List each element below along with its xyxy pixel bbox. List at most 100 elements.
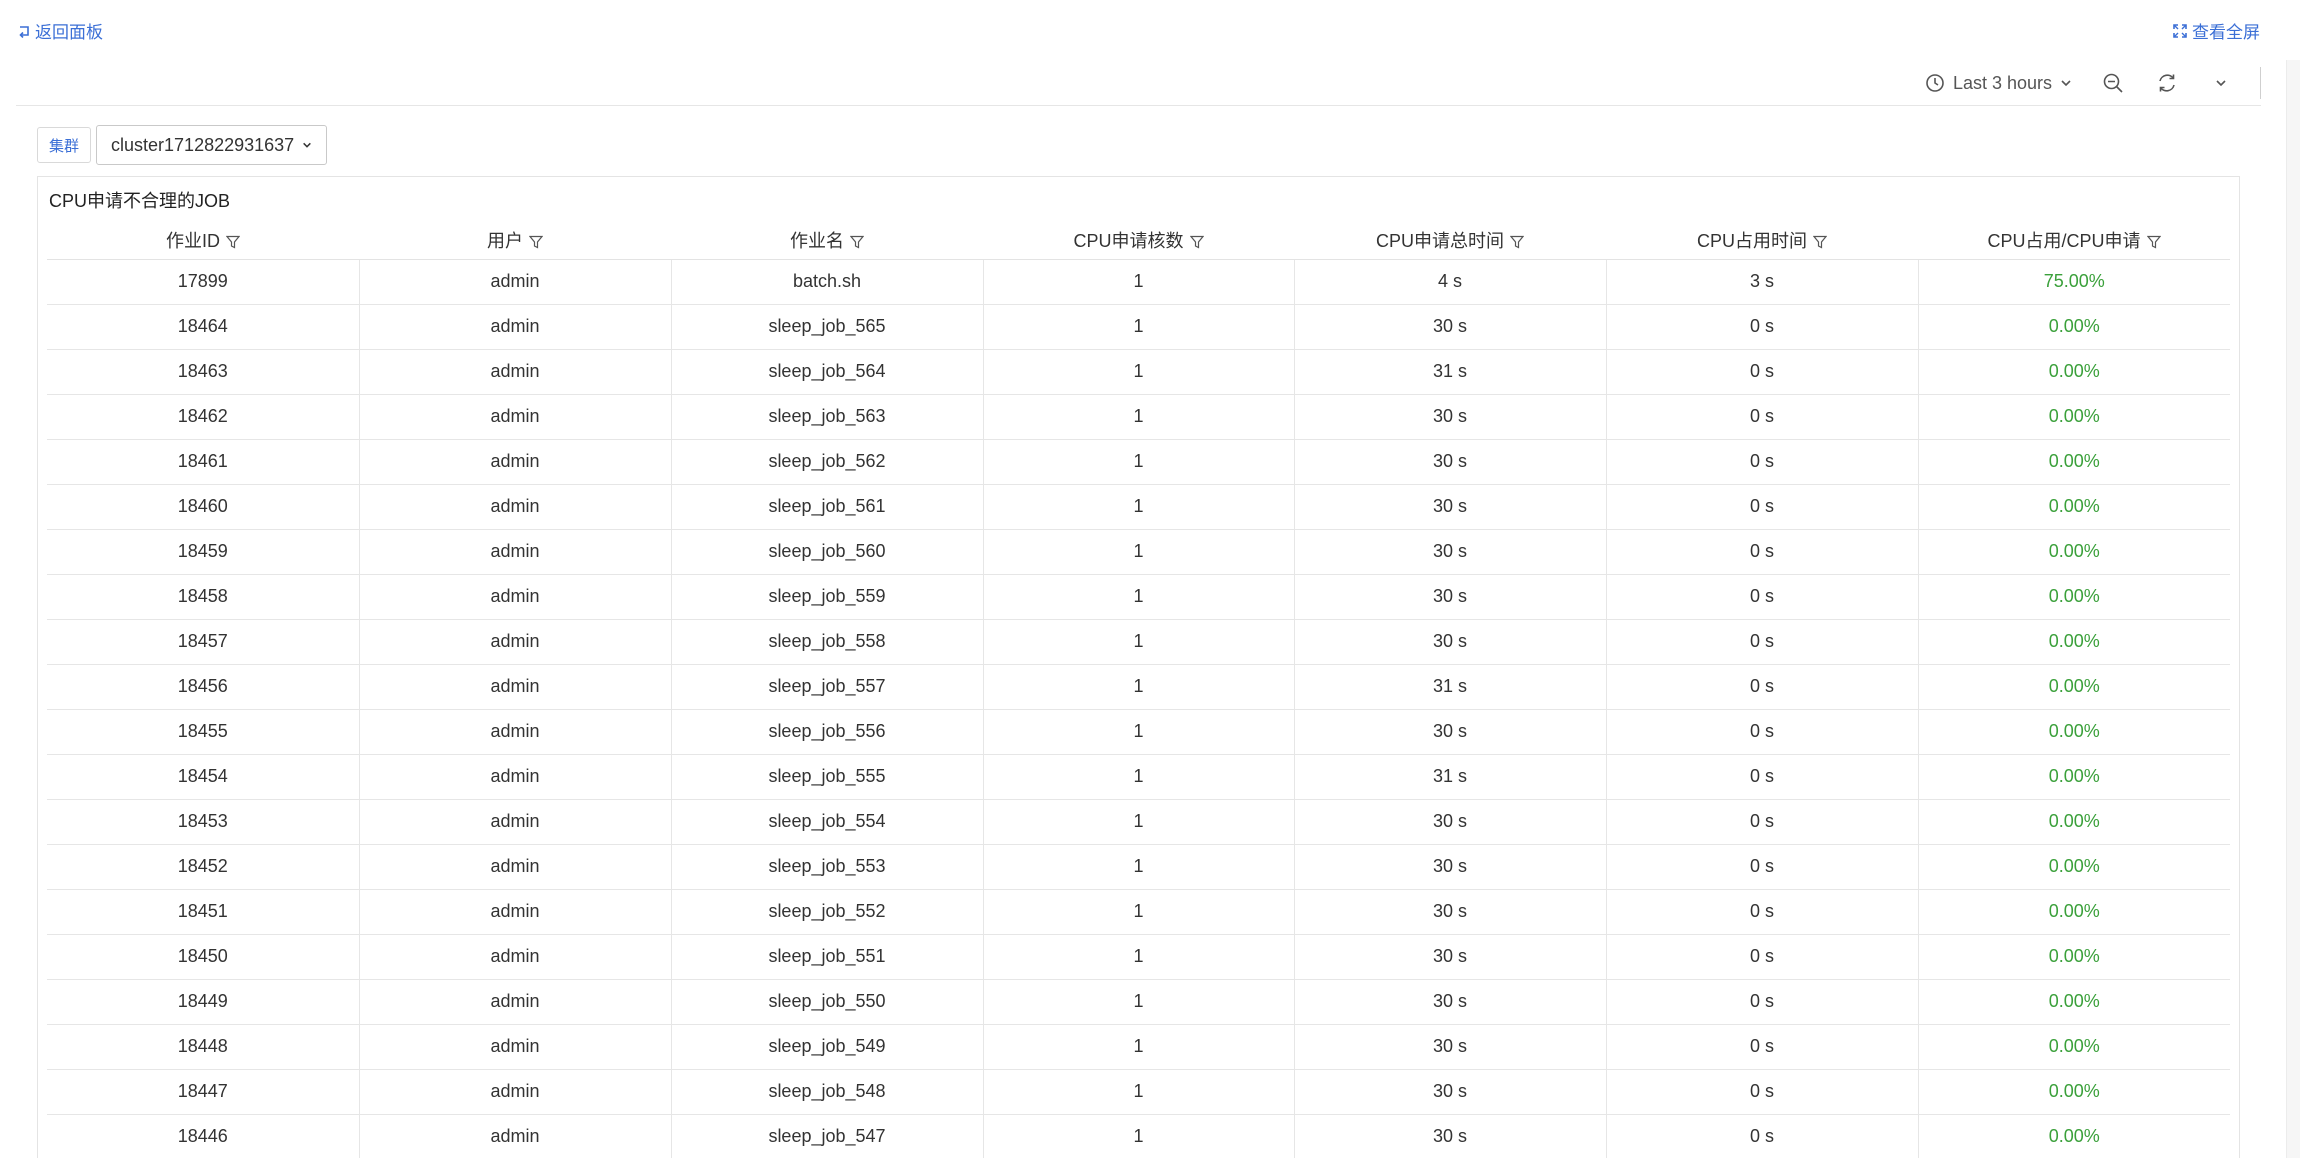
cell-job-id: 18459 <box>47 529 360 575</box>
cell-cpu-cores: 1 <box>983 979 1295 1025</box>
filter-icon[interactable] <box>850 235 864 249</box>
cell-job-name: sleep_job_560 <box>671 529 984 575</box>
top-bar: 返回面板 查看全屏 <box>0 0 2300 60</box>
cell-job-name: sleep_job_554 <box>671 799 984 845</box>
filter-icon[interactable] <box>529 235 543 249</box>
cell-job-id: 18453 <box>47 799 360 845</box>
view-fullscreen-link[interactable]: 查看全屏 <box>2173 18 2260 43</box>
cell-cpu-used-time: 0 s <box>1606 889 1919 935</box>
table-row[interactable]: 18454 admin sleep_job_555 1 31 s0 s 0.00% <box>47 754 2230 800</box>
column-header-label: CPU占用/CPU申请 <box>1987 230 2141 251</box>
table-row[interactable]: 18462 admin sleep_job_563 1 30 s0 s 0.00% <box>47 394 2230 440</box>
cell-job-name: sleep_job_550 <box>671 979 984 1025</box>
filter-icon[interactable] <box>226 235 240 249</box>
time-range-picker[interactable]: Last 3 hours <box>1925 73 2072 94</box>
table-row[interactable]: 18453 admin sleep_job_554 1 30 s0 s 0.00% <box>47 799 2230 845</box>
table-body: 17899 admin batch.sh 1 4 s3 s 75.00% 18464 admi… <box>47 259 2230 1158</box>
cell-cpu-used-time: 0 s <box>1606 1114 1919 1158</box>
table-row[interactable]: 18452 admin sleep_job_553 1 30 s0 s 0.00% <box>47 844 2230 890</box>
cell-user: admin <box>359 934 672 980</box>
cell-cpu-ratio: 0.00% <box>1918 349 2230 395</box>
return-arrow-icon <box>19 25 29 38</box>
table-row[interactable]: 18451 admin sleep_job_552 1 30 s0 s 0.00% <box>47 889 2230 935</box>
cluster-filter-label: 集群 <box>37 127 92 163</box>
cell-job-id: 18449 <box>47 979 360 1025</box>
table-row[interactable]: 18455 admin sleep_job_556 1 30 s0 s 0.00% <box>47 709 2230 755</box>
cell-user: admin <box>359 709 672 755</box>
cell-job-name: batch.sh <box>671 259 984 305</box>
table-row[interactable]: 18457 admin sleep_job_558 1 30 s0 s 0.00% <box>47 619 2230 665</box>
cell-cpu-request-time: 31 s <box>1294 349 1607 395</box>
table-row[interactable]: 18464 admin sleep_job_565 1 30 s0 s 0.00% <box>47 304 2230 350</box>
cell-cpu-request-time: 30 s <box>1294 709 1607 755</box>
cluster-select[interactable]: cluster1712822931637 <box>96 125 328 165</box>
cell-job-name: sleep_job_555 <box>671 754 984 800</box>
cell-cpu-cores: 1 <box>983 1024 1295 1070</box>
table-row[interactable]: 18458 admin sleep_job_559 1 30 s0 s 0.00% <box>47 574 2230 620</box>
table-row[interactable]: 18446 admin sleep_job_547 1 30 s0 s 0.00% <box>47 1114 2230 1158</box>
cell-cpu-request-time: 30 s <box>1294 979 1607 1025</box>
cell-user: admin <box>359 619 672 665</box>
table-row[interactable]: 18461 admin sleep_job_562 1 30 s0 s 0.00% <box>47 439 2230 485</box>
cell-job-id: 18457 <box>47 619 360 665</box>
table-row[interactable]: 18449 admin sleep_job_550 1 30 s0 s 0.00% <box>47 979 2230 1025</box>
cell-user: admin <box>359 574 672 620</box>
cell-job-name: sleep_job_547 <box>671 1114 984 1158</box>
table-row[interactable]: 18460 admin sleep_job_561 1 30 s0 s 0.00% <box>47 484 2230 530</box>
cell-job-name: sleep_job_565 <box>671 304 984 350</box>
zoom-out-button[interactable] <box>2098 68 2128 98</box>
cell-cpu-cores: 1 <box>983 844 1295 890</box>
cell-cpu-ratio: 0.00% <box>1918 754 2230 800</box>
cell-job-name: sleep_job_558 <box>671 619 984 665</box>
cell-job-id: 18462 <box>47 394 360 440</box>
refresh-interval-dropdown[interactable] <box>2206 68 2236 98</box>
cell-cpu-used-time: 0 s <box>1606 529 1919 575</box>
cell-cpu-ratio: 0.00% <box>1918 1024 2230 1070</box>
cell-cpu-used-time: 0 s <box>1606 394 1919 440</box>
cell-user: admin <box>359 664 672 710</box>
cell-cpu-cores: 1 <box>983 349 1295 395</box>
cell-user: admin <box>359 484 672 530</box>
cell-cpu-ratio: 0.00% <box>1918 619 2230 665</box>
toolbar-controls: Last 3 hours <box>1925 67 2261 99</box>
filter-icon[interactable] <box>1189 235 1204 249</box>
table-row[interactable]: 18450 admin sleep_job_551 1 30 s0 s 0.00% <box>47 934 2230 980</box>
cell-cpu-used-time: 0 s <box>1606 844 1919 890</box>
cell-cpu-request-time: 30 s <box>1294 1114 1607 1158</box>
filter-icon[interactable] <box>2146 235 2161 249</box>
cell-cpu-ratio: 75.00% <box>1918 259 2230 305</box>
cell-cpu-request-time: 30 s <box>1294 799 1607 845</box>
table-row[interactable]: 18447 admin sleep_job_548 1 30 s0 s 0.00% <box>47 1069 2230 1115</box>
cell-cpu-cores: 1 <box>983 304 1295 350</box>
fullscreen-label: 查看全屏 <box>2192 23 2260 42</box>
cell-cpu-cores: 1 <box>983 709 1295 755</box>
filter-icon[interactable] <box>1813 235 1827 249</box>
page-scrollbar[interactable] <box>2286 60 2300 1158</box>
cell-cpu-request-time: 30 s <box>1294 844 1607 890</box>
column-header-label: CPU申请核数 <box>1073 230 1184 251</box>
cell-user: admin <box>359 349 672 395</box>
column-header-label: 用户 <box>487 230 523 251</box>
back-to-panel-link[interactable]: 返回面板 <box>17 18 103 43</box>
refresh-icon <box>2159 74 2175 92</box>
cell-cpu-ratio: 0.00% <box>1918 529 2230 575</box>
cell-job-id: 18461 <box>47 439 360 485</box>
cell-cpu-request-time: 30 s <box>1294 889 1607 935</box>
table-row[interactable]: 17899 admin batch.sh 1 4 s3 s 75.00% <box>47 259 2230 305</box>
cluster-filter: 集群 cluster1712822931637 <box>37 125 328 165</box>
cell-job-name: sleep_job_564 <box>671 349 984 395</box>
cell-job-name: sleep_job_559 <box>671 574 984 620</box>
table-row[interactable]: 18456 admin sleep_job_557 1 31 s0 s 0.00% <box>47 664 2230 710</box>
table-row[interactable]: 18463 admin sleep_job_564 1 31 s0 s 0.00% <box>47 349 2230 395</box>
cell-cpu-request-time: 30 s <box>1294 1024 1607 1070</box>
table-row[interactable]: 18459 admin sleep_job_560 1 30 s0 s 0.00% <box>47 529 2230 575</box>
cell-cpu-ratio: 0.00% <box>1918 1114 2230 1158</box>
filter-icon[interactable] <box>1510 235 1524 249</box>
cell-cpu-cores: 1 <box>983 754 1295 800</box>
cell-job-id: 18452 <box>47 844 360 890</box>
refresh-button[interactable] <box>2152 68 2182 98</box>
table-row[interactable]: 18448 admin sleep_job_549 1 30 s0 s 0.00% <box>47 1024 2230 1070</box>
cell-cpu-ratio: 0.00% <box>1918 889 2230 935</box>
cell-cpu-ratio: 0.00% <box>1918 574 2230 620</box>
cell-cpu-ratio: 0.00% <box>1918 484 2230 530</box>
